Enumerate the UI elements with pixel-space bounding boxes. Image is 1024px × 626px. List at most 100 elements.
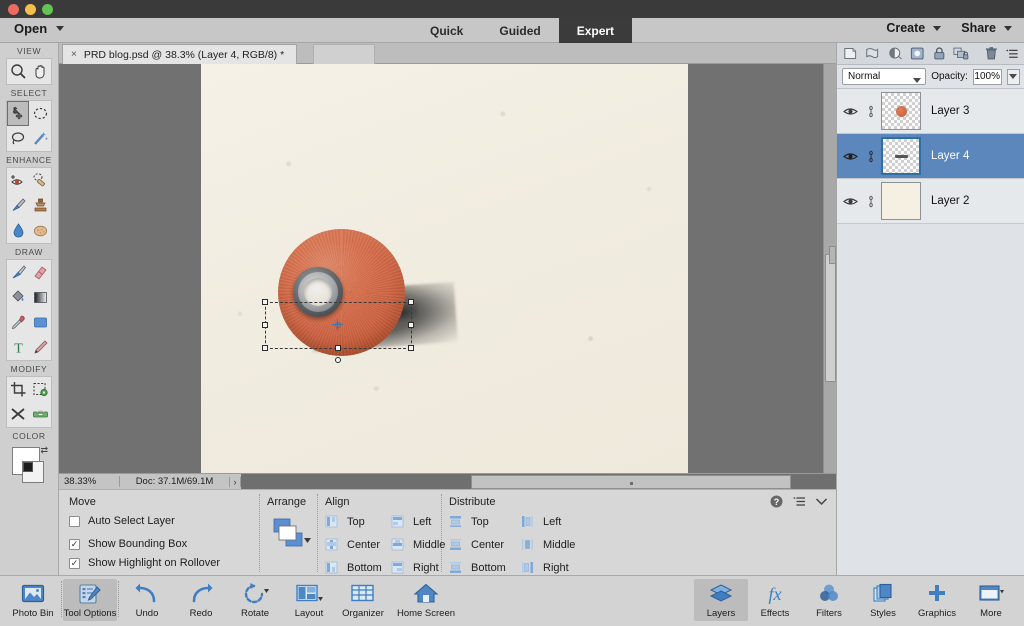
align-middle-button[interactable]: Middle xyxy=(391,538,445,551)
align-bottom-button[interactable]: Bottom xyxy=(325,561,382,574)
table-row[interactable]: Layer 4 xyxy=(837,134,1024,179)
hand-tool[interactable] xyxy=(29,59,51,84)
layer-name-label[interactable]: Layer 2 xyxy=(931,195,969,207)
table-row[interactable]: Layer 3 xyxy=(837,89,1024,134)
opacity-input[interactable]: 100% xyxy=(972,68,1002,85)
gradient-tool[interactable] xyxy=(29,285,51,310)
swap-colors-icon[interactable]: ⇄ xyxy=(40,445,48,456)
show-highlight-rollover-checkbox[interactable]: ✓ xyxy=(69,557,80,569)
red-eye-removal-tool[interactable] xyxy=(7,168,29,193)
tool-options-button[interactable]: Tool Options xyxy=(63,579,117,621)
distribute-bottom-button[interactable]: Bottom xyxy=(449,561,506,574)
panel-menu-icon[interactable] xyxy=(792,496,806,508)
layer-link-indicator[interactable] xyxy=(863,150,879,163)
create-button[interactable]: Create xyxy=(886,21,942,35)
chevron-down-icon[interactable] xyxy=(1004,25,1012,31)
crop-tool[interactable] xyxy=(7,377,29,402)
link-layers-icon[interactable] xyxy=(953,46,969,61)
lasso-tool[interactable] xyxy=(7,126,29,151)
recompose-tool[interactable] xyxy=(7,402,29,427)
marquee-select-tool[interactable] xyxy=(29,101,51,126)
graphics-button[interactable]: Graphics xyxy=(910,579,964,621)
layer-visibility-toggle[interactable] xyxy=(837,106,863,117)
adjustment-layer-icon[interactable] xyxy=(888,46,902,61)
layer-name-label[interactable]: Layer 3 xyxy=(931,105,969,117)
rotate-button[interactable]: Rotate xyxy=(228,579,282,621)
auto-select-layer-checkbox[interactable] xyxy=(69,515,80,527)
more-button[interactable]: More xyxy=(964,579,1018,621)
bbox-handle-middle-right[interactable] xyxy=(408,322,414,328)
brush-tool[interactable] xyxy=(7,260,29,285)
eraser-tool[interactable] xyxy=(29,260,51,285)
default-colors-icon[interactable] xyxy=(23,462,33,472)
home-screen-button[interactable]: Home Screen xyxy=(390,579,462,621)
filters-button[interactable]: Filters xyxy=(802,579,856,621)
distribute-top-button[interactable]: Top xyxy=(449,515,506,528)
document-tab[interactable]: × PRD blog.psd @ 38.3% (Layer 4, RGB/8) … xyxy=(62,44,298,64)
bbox-rotate-handle[interactable] xyxy=(335,357,341,363)
minimize-window-button[interactable] xyxy=(25,4,36,15)
artboard[interactable] xyxy=(201,64,688,473)
bbox-handle-top-right[interactable] xyxy=(408,299,414,305)
layer-mask-icon[interactable] xyxy=(910,46,924,61)
delete-layer-icon[interactable] xyxy=(985,46,998,61)
styles-button[interactable]: Styles xyxy=(856,579,910,621)
opacity-dropdown-button[interactable] xyxy=(1006,68,1020,85)
distribute-right-button[interactable]: Right xyxy=(521,561,575,574)
vertical-scroll-thumb[interactable] xyxy=(825,254,836,382)
zoom-tool[interactable] xyxy=(7,59,29,84)
show-bounding-box-checkbox[interactable]: ✓ xyxy=(69,538,80,550)
share-button[interactable]: Share xyxy=(961,21,1012,35)
table-row[interactable]: Layer 2 xyxy=(837,179,1024,224)
smart-brush-tool[interactable] xyxy=(7,193,29,218)
tab-guided[interactable]: Guided xyxy=(481,18,558,43)
tab-expert[interactable]: Expert xyxy=(558,18,633,43)
shape-tool[interactable] xyxy=(29,310,51,335)
horizontal-scroll-thumb[interactable] xyxy=(471,474,791,489)
open-button[interactable]: Open xyxy=(14,21,65,36)
canvas-vertical-scrollbar[interactable] xyxy=(823,64,836,473)
straighten-tool[interactable] xyxy=(29,402,51,427)
lock-icon[interactable] xyxy=(933,46,946,61)
align-left-button[interactable]: Left xyxy=(391,515,445,528)
type-tool[interactable]: T xyxy=(7,335,29,360)
undo-button[interactable]: Undo xyxy=(120,579,174,621)
auto-select-layer-option[interactable]: Auto Select Layer xyxy=(69,515,175,527)
add-layer-mask-icon[interactable] xyxy=(865,46,879,61)
chevron-down-icon[interactable] xyxy=(933,25,942,31)
panel-menu-icon[interactable] xyxy=(1005,48,1019,60)
sponge-tool[interactable] xyxy=(29,218,51,243)
blend-mode-select[interactable]: Normal xyxy=(842,68,927,86)
maximize-window-button[interactable] xyxy=(42,4,53,15)
distribute-left-button[interactable]: Left xyxy=(521,515,575,528)
layer-visibility-toggle[interactable] xyxy=(837,151,863,162)
layer-name-label[interactable]: Layer 4 xyxy=(931,150,969,162)
bbox-handle-bottom-right[interactable] xyxy=(408,345,414,351)
canvas-area[interactable] xyxy=(59,64,836,473)
status-expand-icon[interactable]: › xyxy=(229,476,241,487)
bbox-handle-bottom-center[interactable] xyxy=(335,345,341,351)
close-window-button[interactable] xyxy=(8,4,19,15)
add-layer-icon[interactable] xyxy=(843,46,857,61)
panel-resize-grip[interactable] xyxy=(829,246,836,264)
layer-thumbnail[interactable] xyxy=(881,137,921,175)
layout-button[interactable]: Layout xyxy=(282,579,336,621)
effects-button[interactable]: fx Effects xyxy=(748,579,802,621)
transform-bounding-box[interactable] xyxy=(262,299,414,363)
arrange-button[interactable] xyxy=(269,516,315,554)
clone-stamp-tool[interactable] xyxy=(29,193,51,218)
layer-visibility-toggle[interactable] xyxy=(837,196,863,207)
eyedropper-tool[interactable] xyxy=(7,310,29,335)
magic-wand-tool[interactable] xyxy=(29,126,51,151)
blur-tool[interactable] xyxy=(7,218,29,243)
align-top-button[interactable]: Top xyxy=(325,515,382,528)
close-icon[interactable]: × xyxy=(71,49,77,60)
layer-link-indicator[interactable] xyxy=(863,105,879,118)
chevron-down-icon[interactable] xyxy=(913,75,922,86)
move-tool[interactable] xyxy=(7,101,29,126)
photo-bin-button[interactable]: Photo Bin xyxy=(6,579,60,621)
spot-healing-brush-tool[interactable] xyxy=(29,168,51,193)
paint-bucket-tool[interactable] xyxy=(7,285,29,310)
show-bounding-box-option[interactable]: ✓ Show Bounding Box xyxy=(69,538,187,550)
show-highlight-rollover-option[interactable]: ✓ Show Highlight on Rollover xyxy=(69,557,220,569)
